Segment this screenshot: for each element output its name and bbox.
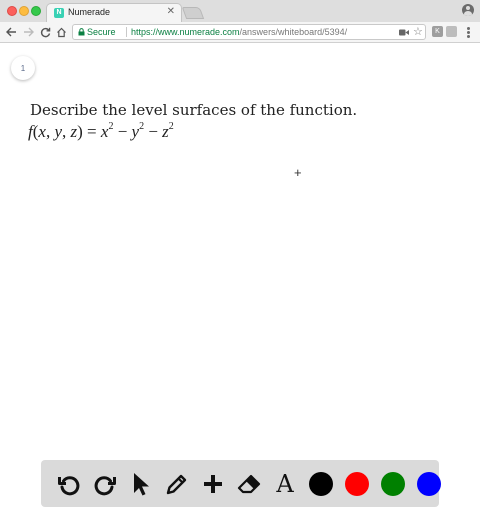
undo-icon bbox=[58, 475, 80, 495]
color-swatch-red[interactable] bbox=[345, 471, 369, 496]
address-bar[interactable]: Secure https://www.numerade.com/answers/… bbox=[72, 24, 426, 40]
reload-button[interactable] bbox=[38, 25, 52, 39]
menu-icon[interactable] bbox=[467, 27, 470, 38]
pointer-icon bbox=[134, 472, 149, 495]
pencil-tool-button[interactable] bbox=[159, 466, 195, 502]
tab-title: Numerade bbox=[68, 7, 111, 17]
arrow-left-icon bbox=[5, 27, 16, 37]
formula-equals: = bbox=[82, 122, 101, 141]
redo-button[interactable] bbox=[87, 466, 123, 502]
forward-button[interactable] bbox=[21, 25, 35, 39]
formula-y: y bbox=[54, 122, 62, 141]
lock-icon bbox=[78, 28, 85, 36]
extension-icon[interactable]: K bbox=[432, 26, 443, 37]
bookmark-star-icon[interactable]: ☆ bbox=[413, 26, 423, 38]
browser-tab[interactable]: N Numerade ✕ bbox=[46, 3, 182, 22]
formula-term3-exponent: 2 bbox=[168, 121, 174, 133]
secure-label: Secure bbox=[87, 27, 116, 37]
title-bar: N Numerade ✕ bbox=[0, 0, 480, 22]
url-host: https://www.numerade.com bbox=[131, 27, 240, 37]
formula-x: x bbox=[38, 122, 46, 141]
plus-icon bbox=[204, 474, 222, 493]
pencil-icon bbox=[166, 474, 187, 494]
new-tab-button[interactable] bbox=[181, 7, 205, 19]
eraser-icon bbox=[237, 474, 261, 493]
redo-icon bbox=[94, 475, 116, 495]
formula-term1-exponent: 2 bbox=[108, 121, 114, 133]
add-tool-button[interactable] bbox=[195, 466, 231, 502]
cast-icon[interactable] bbox=[446, 26, 457, 37]
reload-icon bbox=[40, 27, 50, 37]
home-icon bbox=[56, 27, 66, 37]
color-swatch-green[interactable] bbox=[381, 471, 405, 496]
formula-term2-exponent: 2 bbox=[139, 121, 145, 133]
formula-minus-2: − bbox=[144, 122, 163, 141]
page-number-badge[interactable]: 1 bbox=[11, 56, 35, 80]
crosshair-cursor-icon: + bbox=[294, 165, 302, 180]
window-close-button[interactable] bbox=[7, 6, 17, 16]
formula-minus-1: − bbox=[113, 122, 132, 141]
window-maximize-button[interactable] bbox=[31, 6, 41, 16]
browser-toolbar: Secure https://www.numerade.com/answers/… bbox=[0, 22, 480, 43]
function-formula: f(x, y, z) = x2 − y2 − z2 bbox=[28, 121, 174, 142]
window-minimize-button[interactable] bbox=[19, 6, 29, 16]
formula-comma-1: , bbox=[45, 122, 51, 141]
eraser-tool-button[interactable] bbox=[231, 466, 267, 502]
numerade-favicon-icon: N bbox=[54, 8, 64, 18]
back-button[interactable] bbox=[4, 25, 18, 39]
pointer-tool-button[interactable] bbox=[123, 466, 159, 502]
undo-button[interactable] bbox=[51, 466, 87, 502]
whiteboard-toolbar: A bbox=[41, 460, 441, 507]
formula-term3-base: z bbox=[162, 122, 169, 141]
color-swatch-black[interactable] bbox=[309, 471, 333, 496]
arrow-right-icon bbox=[23, 27, 34, 37]
profile-icon[interactable] bbox=[462, 4, 474, 16]
text-icon: A bbox=[276, 469, 294, 498]
formula-term2-base: y bbox=[131, 122, 140, 141]
url-path: /answers/whiteboard/5394/ bbox=[239, 27, 348, 37]
camera-icon[interactable] bbox=[399, 29, 409, 36]
tab-close-icon[interactable]: ✕ bbox=[167, 6, 175, 17]
text-tool-button[interactable]: A bbox=[267, 466, 303, 502]
color-swatch-blue[interactable] bbox=[417, 471, 441, 496]
address-separator bbox=[126, 27, 127, 37]
home-button[interactable] bbox=[54, 25, 68, 39]
url-text: https://www.numerade.com/answers/whitebo… bbox=[131, 27, 347, 37]
question-text: Describe the level surfaces of the funct… bbox=[30, 101, 358, 119]
formula-comma-2: , bbox=[62, 122, 67, 141]
